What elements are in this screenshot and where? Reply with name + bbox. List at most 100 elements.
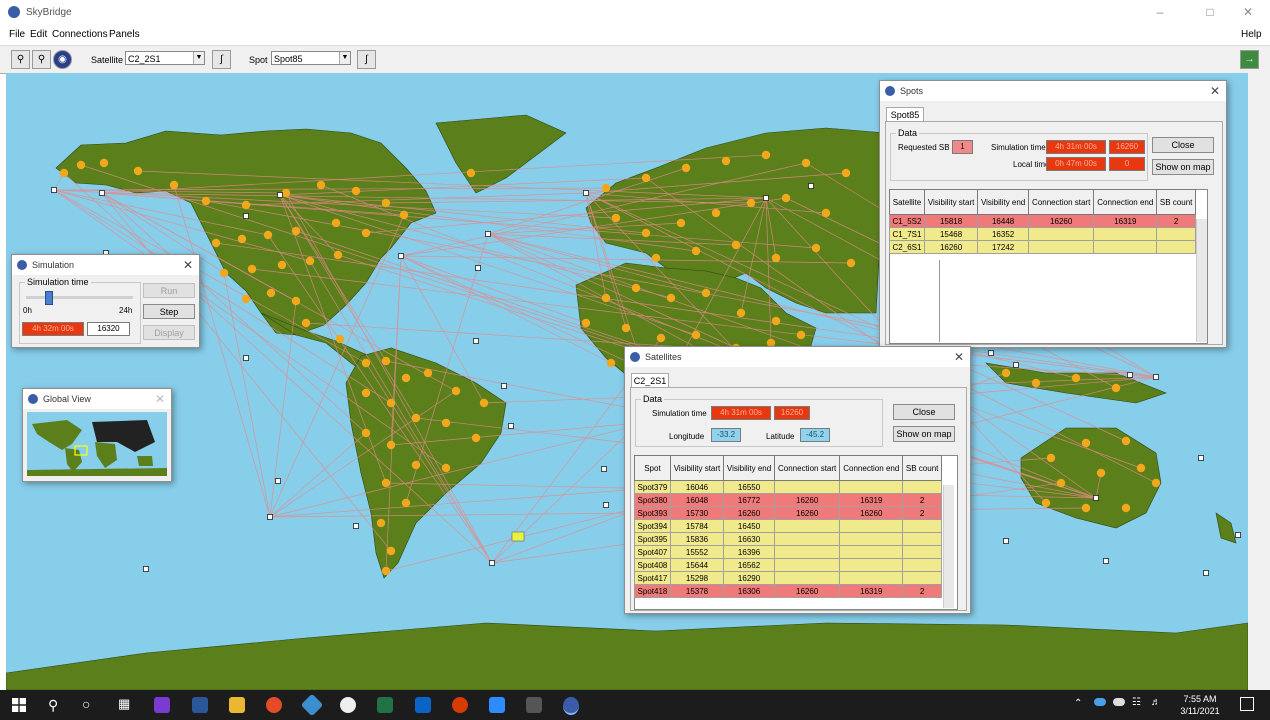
ground-spot-marker[interactable]	[846, 258, 856, 268]
satellite-marker[interactable]	[601, 466, 607, 472]
table-row[interactable]: C1_5S2 15818 16448 16260 16319 2	[889, 214, 1196, 228]
ground-spot-marker[interactable]	[441, 463, 451, 473]
ground-spot-marker[interactable]	[1056, 478, 1066, 488]
maximize-icon[interactable]: □	[1198, 4, 1222, 20]
ground-spot-marker[interactable]	[761, 150, 771, 160]
satellite-marker[interactable]	[99, 190, 105, 196]
satellite-marker[interactable]	[353, 523, 359, 529]
menu-file[interactable]: File	[9, 29, 25, 40]
chrome-icon[interactable]	[266, 697, 282, 713]
ground-spot-marker[interactable]	[241, 294, 251, 304]
onedrive-icon[interactable]	[1094, 698, 1106, 706]
ground-spot-marker[interactable]	[401, 498, 411, 508]
satellites-close-button[interactable]: Close	[893, 404, 955, 420]
ground-spot-marker[interactable]	[59, 168, 69, 178]
table-row[interactable]: Spot379 16046 16550	[634, 480, 942, 494]
ground-spot-marker[interactable]	[361, 228, 371, 238]
satellite-marker[interactable]	[1013, 362, 1019, 368]
ground-spot-marker[interactable]	[451, 386, 461, 396]
ground-spot-marker[interactable]	[601, 183, 611, 193]
ground-spot-marker[interactable]	[691, 330, 701, 340]
table-row[interactable]: Spot380 16048 16772 16260 16319 2	[634, 493, 942, 507]
ground-spot-marker[interactable]	[1041, 498, 1051, 508]
ground-spot-marker[interactable]	[201, 196, 211, 206]
ground-spot-marker[interactable]	[401, 373, 411, 383]
satellite-marker[interactable]	[583, 190, 589, 196]
tab-c2-2s1[interactable]: C2_2S1	[631, 373, 669, 388]
skybridge-taskbar-icon[interactable]	[563, 697, 579, 715]
ground-spot-marker[interactable]	[641, 173, 651, 183]
table-row[interactable]: Spot418 15378 16306 16260 16319 2	[634, 584, 942, 598]
ground-spot-marker[interactable]	[841, 168, 851, 178]
clock-date[interactable]: 3/11/2021	[1170, 706, 1230, 716]
vscode-icon[interactable]	[300, 693, 324, 717]
ground-spot-marker[interactable]	[701, 288, 711, 298]
column-header[interactable]: Connection start	[1028, 189, 1095, 215]
satellite-marker[interactable]	[1203, 570, 1209, 576]
ground-spot-marker[interactable]	[781, 193, 791, 203]
step-button[interactable]: Step	[143, 304, 195, 319]
ground-spot-marker[interactable]	[411, 413, 421, 423]
satellite-marker[interactable]	[763, 195, 769, 201]
ground-spot-marker[interactable]	[611, 213, 621, 223]
satellite-marker[interactable]	[808, 183, 814, 189]
satellites-scrollbar[interactable]	[943, 485, 954, 608]
chart-icon[interactable]: ∫	[212, 50, 231, 69]
latitude-field[interactable]: -45.2	[800, 428, 830, 442]
ground-spot-marker[interactable]	[411, 460, 421, 470]
ground-spot-marker[interactable]	[237, 234, 247, 244]
menu-edit[interactable]: Edit	[30, 29, 47, 40]
simulation-step-field[interactable]: 16320	[87, 322, 130, 336]
ground-spot-marker[interactable]	[466, 168, 476, 178]
satellite-marker[interactable]	[501, 383, 507, 389]
ground-spot-marker[interactable]	[99, 158, 109, 168]
ground-spot-marker[interactable]	[361, 388, 371, 398]
spots-simulation-step-field[interactable]: 16260	[1109, 140, 1145, 154]
column-header[interactable]: Satellite	[889, 189, 925, 215]
ground-spot-marker[interactable]	[381, 198, 391, 208]
excel-icon[interactable]	[377, 697, 393, 713]
file-explorer-icon[interactable]	[229, 697, 245, 713]
ground-spot-marker[interactable]	[1111, 383, 1121, 393]
ground-spot-marker[interactable]	[351, 186, 361, 196]
ground-spot-marker[interactable]	[76, 160, 86, 170]
column-header[interactable]: SB count	[902, 455, 942, 481]
run-button[interactable]: Run	[143, 283, 195, 298]
ground-spot-marker[interactable]	[386, 398, 396, 408]
satellite-marker[interactable]	[508, 423, 514, 429]
satellite-marker[interactable]	[1153, 374, 1159, 380]
satellite-marker[interactable]	[267, 514, 273, 520]
ground-spot-marker[interactable]	[676, 218, 686, 228]
ground-spot-marker[interactable]	[241, 200, 251, 210]
ground-spot-marker[interactable]	[1081, 503, 1091, 513]
ground-spot-marker[interactable]	[291, 226, 301, 236]
ground-spot-marker[interactable]	[1136, 463, 1146, 473]
column-header[interactable]: Visibility start	[669, 455, 725, 481]
ground-spot-marker[interactable]	[651, 253, 661, 263]
ground-spot-marker[interactable]	[333, 250, 343, 260]
satellite-marker[interactable]	[275, 478, 281, 484]
satellite-marker[interactable]	[398, 253, 404, 259]
demo-app-icon[interactable]	[526, 697, 542, 713]
ground-spot-marker[interactable]	[471, 433, 481, 443]
satellite-marker[interactable]	[1235, 532, 1241, 538]
column-header[interactable]: Connection start	[773, 455, 841, 481]
table-row[interactable]: Spot394 15784 16450	[634, 519, 942, 533]
spot-select[interactable]: Spot85 ▼	[271, 51, 351, 65]
zoom-in-icon[interactable]: ⚲	[11, 50, 30, 69]
ground-spot-marker[interactable]	[1046, 453, 1056, 463]
column-header[interactable]: Connection end	[839, 455, 904, 481]
satellite-marker[interactable]	[277, 192, 283, 198]
column-header[interactable]: Visibility start	[923, 189, 979, 215]
ground-spot-marker[interactable]	[316, 180, 326, 190]
ground-spot-marker[interactable]	[771, 316, 781, 326]
ground-spot-marker[interactable]	[441, 418, 451, 428]
satellites-simulation-step-field[interactable]: 16260	[774, 406, 810, 420]
globe-icon[interactable]: ◉	[53, 50, 72, 69]
ground-spot-marker[interactable]	[361, 428, 371, 438]
ground-spot-marker[interactable]	[1121, 503, 1131, 513]
powerpoint-icon[interactable]	[452, 697, 468, 713]
ground-spot-marker[interactable]	[361, 358, 371, 368]
ground-spot-marker[interactable]	[376, 518, 386, 528]
ground-spot-marker[interactable]	[1001, 368, 1011, 378]
